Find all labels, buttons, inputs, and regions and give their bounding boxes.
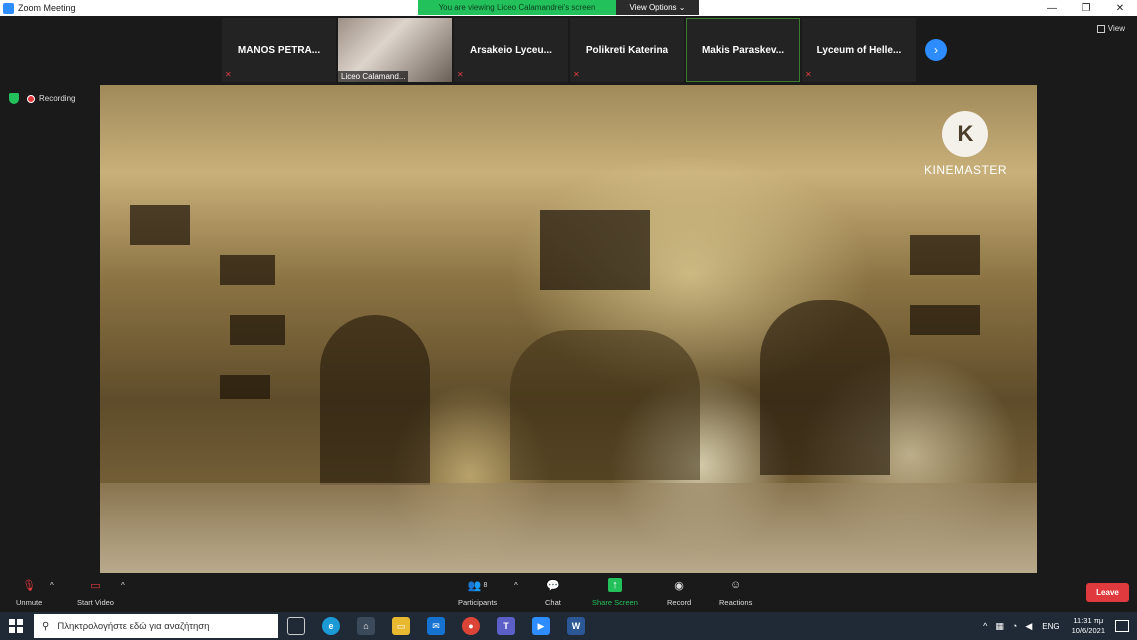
participant-strip: MANOS PETRA... ✕ Liceo Calamand... Arsak… — [222, 18, 916, 82]
catacomb-niche — [910, 235, 980, 275]
mail-icon[interactable]: ✉ — [427, 617, 445, 635]
participant-tile[interactable]: MANOS PETRA... ✕ — [222, 18, 336, 82]
participants-icon: 👥 8 — [467, 579, 488, 592]
grid-icon — [1096, 24, 1105, 33]
chat-icon: 💬 — [546, 579, 560, 592]
catacomb-arch — [320, 315, 430, 485]
meeting-toolbar: 🎙 Unmute ^ ▭ Start Video ^ 👥 8 Participan… — [0, 575, 1137, 611]
record-icon: ◉ — [674, 579, 684, 592]
system-tray: ^ ▦ ◔ ◀ ENG 11:31 πμ 10/6/2021 — [979, 612, 1137, 640]
start-video-label: Start Video — [77, 598, 114, 607]
catacomb-niche — [220, 375, 270, 399]
mic-muted-icon: ✕ — [225, 70, 232, 79]
chrome-icon[interactable]: ● — [462, 617, 480, 635]
zoom-taskbar-icon[interactable]: ▶ — [532, 617, 550, 635]
chevron-up-icon[interactable]: ^ — [50, 581, 54, 590]
mic-muted-icon: ✕ — [805, 70, 812, 79]
participants-label: Participants — [458, 598, 498, 607]
participants-button[interactable]: 👥 8 Participants — [458, 578, 498, 608]
notification-icon[interactable] — [1115, 620, 1129, 632]
clock-time: 11:31 πμ — [1073, 616, 1104, 625]
share-screen-icon: ↑ — [607, 578, 622, 592]
close-button[interactable]: ✕ — [1103, 0, 1137, 16]
participant-name: Arsakeio Lyceu... — [470, 44, 552, 56]
windows-start-icon[interactable] — [9, 619, 23, 633]
word-icon[interactable]: W — [567, 617, 585, 635]
language-indicator[interactable]: ENG — [1042, 622, 1059, 631]
search-placeholder: Πληκτρολογήστε εδώ για αναζήτηση — [57, 620, 210, 632]
mic-muted-icon: 🎙 — [22, 579, 37, 592]
reactions-icon: ☺ — [730, 579, 742, 591]
record-button[interactable]: ◉ Record — [667, 578, 692, 608]
participant-tile[interactable]: Arsakeio Lyceu... ✕ — [454, 18, 568, 82]
reactions-label: Reactions — [719, 598, 753, 607]
catacomb-niche — [230, 315, 285, 345]
catacomb-niche — [220, 255, 275, 285]
participant-tile[interactable]: Lyceum of Helle... ✕ — [802, 18, 916, 82]
catacomb-arch — [510, 330, 700, 480]
view-options-button[interactable]: View Options ⌄ — [616, 0, 699, 15]
kinemaster-watermark: K KINEMASTER — [924, 111, 1007, 177]
share-screen-label: Share Screen — [592, 598, 638, 607]
record-label: Record — [667, 598, 692, 607]
shield-icon[interactable] — [9, 93, 19, 104]
volume-icon[interactable]: ◀ — [1025, 621, 1032, 632]
view-toggle-button[interactable]: View — [1096, 24, 1125, 33]
next-page-button[interactable]: › — [925, 39, 947, 61]
recording-icon — [27, 94, 35, 103]
store-icon[interactable]: ⌂ — [357, 617, 375, 635]
taskbar-search[interactable]: ⚲ Πληκτρολογήστε εδώ για αναζήτηση — [34, 614, 278, 638]
participant-name: Makis Paraskev... — [701, 44, 785, 56]
participant-name: MANOS PETRA... — [237, 44, 321, 56]
wifi-icon[interactable]: ◔ — [1012, 621, 1017, 631]
mic-muted-icon: ✕ — [573, 70, 580, 79]
catacomb-niche — [130, 205, 190, 245]
viewing-notice: You are viewing Liceo Calamandrei's scre… — [418, 0, 616, 15]
zoom-app-icon — [3, 2, 14, 14]
shared-screen: K KINEMASTER — [100, 85, 1037, 573]
chevron-up-icon[interactable]: ^ — [983, 621, 987, 631]
participant-tile[interactable]: Polikreti Katerina ✕ — [570, 18, 684, 82]
catacomb-arch — [760, 300, 890, 475]
participant-name: Liceo Calamand... — [338, 71, 409, 82]
meeting-status: Recording — [9, 93, 75, 104]
file-explorer-icon[interactable]: ▭ — [392, 617, 410, 635]
clock-date: 10/6/2021 — [1071, 626, 1105, 635]
task-view-icon[interactable] — [287, 617, 305, 635]
edge-icon[interactable]: e — [322, 617, 340, 635]
kinemaster-logo-text: KINEMASTER — [923, 163, 1007, 177]
restore-button[interactable]: ❐ — [1069, 0, 1103, 16]
catacomb-niche — [910, 305, 980, 335]
chevron-up-icon[interactable]: ^ — [121, 581, 125, 590]
search-icon: ⚲ — [42, 620, 50, 632]
network-icon[interactable]: ▦ — [995, 621, 1004, 632]
share-screen-button[interactable]: ↑ Share Screen — [592, 578, 638, 607]
participant-tile-active[interactable]: Makis Paraskev... — [686, 18, 800, 82]
teams-icon[interactable]: T — [497, 617, 515, 635]
kinemaster-logo-icon: K — [942, 111, 989, 157]
participant-tile-video[interactable]: Liceo Calamand... — [338, 18, 452, 82]
chat-label: Chat — [545, 598, 561, 607]
chat-button[interactable]: 💬 Chat — [545, 578, 561, 608]
unmute-button[interactable]: 🎙 Unmute — [16, 578, 43, 608]
windows-taskbar: ⚲ Πληκτρολογήστε εδώ για αναζήτηση e ⌂ ▭… — [0, 612, 1137, 640]
view-toggle-label: View — [1107, 24, 1125, 33]
leave-button[interactable]: Leave — [1086, 583, 1129, 602]
window-title: Zoom Meeting — [18, 3, 76, 13]
clock[interactable]: 11:31 πμ 10/6/2021 — [1072, 616, 1105, 636]
participant-name: Polikreti Katerina — [585, 44, 669, 56]
mic-muted-icon: ✕ — [457, 70, 464, 79]
start-video-button[interactable]: ▭ Start Video — [77, 578, 114, 608]
recording-label: Recording — [39, 94, 76, 103]
reactions-button[interactable]: ☺ Reactions — [719, 578, 752, 607]
minimize-button[interactable]: — — [1035, 0, 1069, 16]
participants-count: 8 — [483, 581, 488, 589]
catacomb-floor — [100, 483, 1037, 573]
video-off-icon: ▭ — [90, 579, 101, 592]
participant-name: Lyceum of Helle... — [816, 44, 902, 56]
catacomb-niche — [540, 210, 650, 290]
unmute-label: Unmute — [16, 598, 43, 607]
chevron-up-icon[interactable]: ^ — [514, 581, 518, 590]
screen-share-banner: You are viewing Liceo Calamandrei's scre… — [418, 0, 699, 15]
